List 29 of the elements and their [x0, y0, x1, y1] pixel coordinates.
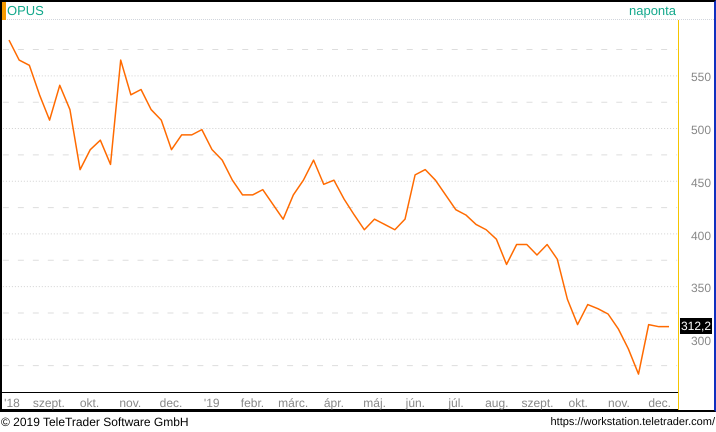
month-label: nov. [119, 395, 142, 412]
month-label: máj. [363, 395, 386, 412]
month-label: dec. [160, 395, 182, 412]
month-label: okt. [568, 395, 588, 412]
symbol-label: OPUS [7, 2, 44, 20]
month-label: aug. [485, 395, 508, 412]
last-price-badge: 312,2 [680, 318, 712, 334]
month-label: szept. [32, 395, 65, 412]
month-label: szept. [522, 395, 554, 412]
month-label: nov. [608, 395, 630, 412]
month-label: okt. [80, 395, 100, 412]
month-label: dec. [648, 395, 672, 412]
month-label: '19 [204, 395, 220, 412]
price-axis-label: 400 [691, 228, 712, 244]
interval-label: naponta [629, 2, 676, 20]
price-axis-label: 450 [691, 174, 712, 192]
price-axis-label: 500 [691, 122, 712, 139]
month-label: júl. [448, 395, 464, 412]
series-marker-icon [2, 2, 6, 20]
price-axis-label: 550 [691, 69, 712, 86]
month-label: ápr. [324, 395, 344, 412]
website-link[interactable]: https://workstation.teletrader.com/ [550, 414, 715, 430]
month-label: márc. [278, 395, 308, 412]
month-label: jún. [406, 395, 425, 412]
price-axis-label: 300 [691, 333, 712, 350]
month-label: febr. [240, 395, 264, 412]
price-axis-label: 350 [691, 280, 712, 298]
month-label: '18 [4, 395, 20, 412]
copyright-text: © 2019 TeleTrader Software GmbH [1, 414, 189, 431]
